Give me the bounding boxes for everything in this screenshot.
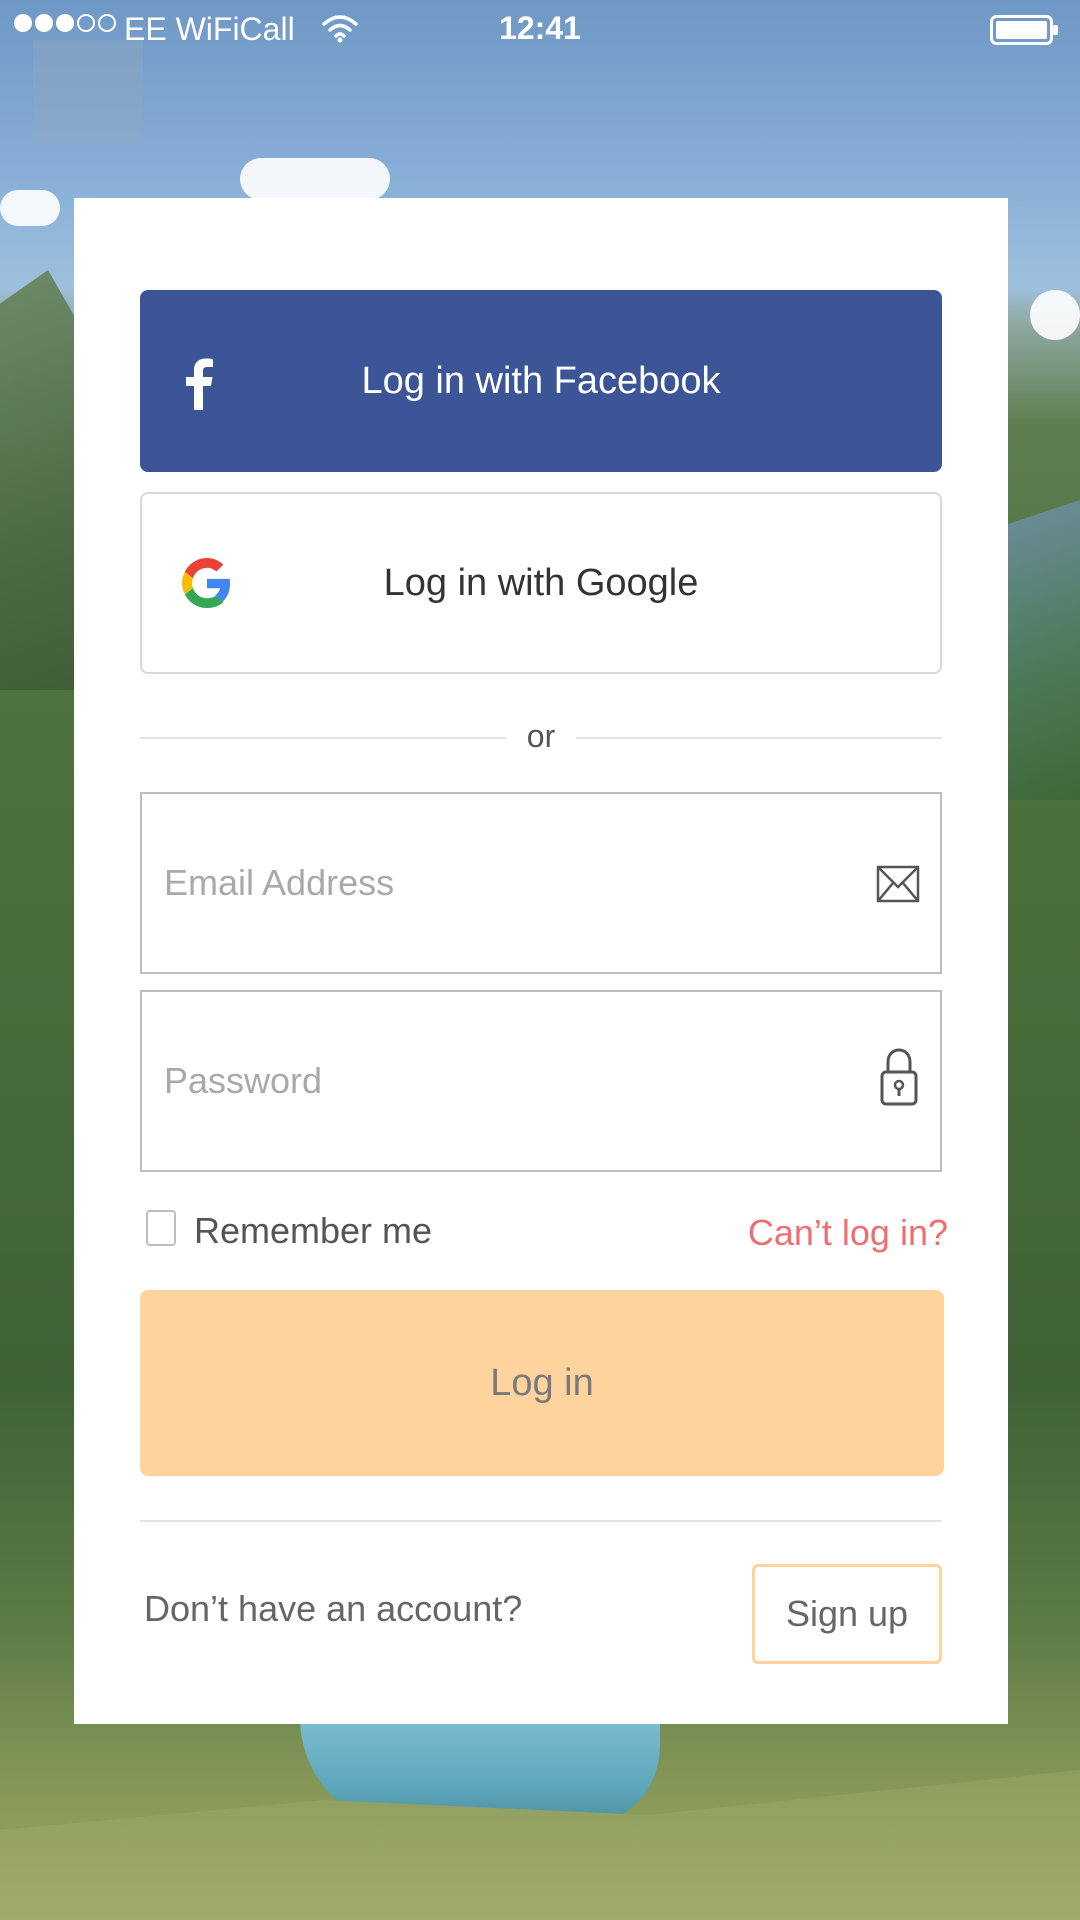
status-bar: EE WiFiCall 12:41 <box>0 0 1080 60</box>
or-divider: or <box>140 708 942 768</box>
divider-line <box>576 737 942 739</box>
login-button[interactable]: Log in <box>140 1290 944 1476</box>
email-input[interactable] <box>164 794 844 972</box>
lock-icon <box>880 1048 918 1106</box>
password-field-container <box>140 990 942 1172</box>
google-login-button[interactable]: Log in with Google <box>140 492 942 674</box>
mail-icon <box>876 865 920 903</box>
remember-me-checkbox[interactable] <box>146 1210 176 1246</box>
battery-icon <box>990 15 1058 45</box>
no-account-text: Don’t have an account? <box>144 1588 523 1629</box>
remember-row: Remember me Can’t log in? <box>140 1200 948 1260</box>
cloud <box>1030 290 1080 340</box>
footer-divider <box>140 1520 942 1522</box>
cloud <box>240 158 390 200</box>
facebook-login-button[interactable]: Log in with Facebook <box>140 290 942 472</box>
password-input[interactable] <box>164 992 844 1170</box>
google-login-label: Log in with Google <box>383 561 699 604</box>
sign-up-button[interactable]: Sign up <box>752 1564 942 1664</box>
cant-login-link[interactable]: Can’t log in? <box>748 1212 948 1254</box>
status-time: 12:41 <box>499 10 581 46</box>
sign-up-label: Sign up <box>785 1593 909 1634</box>
remember-me-label[interactable]: Remember me <box>194 1210 432 1252</box>
facebook-login-label: Log in with Facebook <box>361 359 721 402</box>
login-card: Log in with Facebook Log in with Google … <box>74 198 1008 1724</box>
login-button-label: Log in <box>490 1361 594 1404</box>
email-field-container <box>140 792 942 974</box>
cloud <box>0 190 60 226</box>
